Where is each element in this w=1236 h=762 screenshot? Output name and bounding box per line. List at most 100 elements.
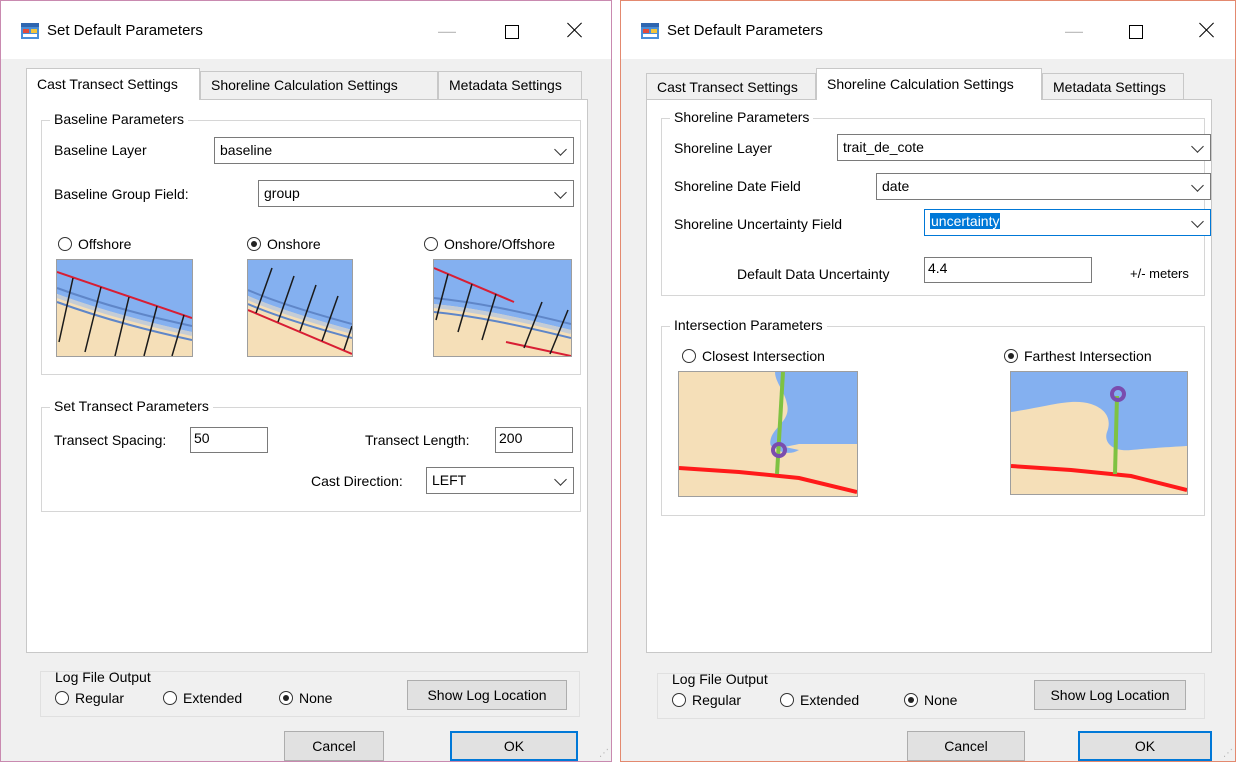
radio-closest-intersection[interactable]: Closest Intersection bbox=[682, 346, 825, 366]
transect-spacing-label: Transect Spacing: bbox=[54, 432, 167, 448]
cancel-button[interactable]: Cancel bbox=[907, 731, 1025, 761]
chevron-down-icon bbox=[554, 473, 567, 486]
radio-button[interactable] bbox=[163, 691, 177, 705]
radio-log-extended[interactable]: Extended bbox=[163, 688, 242, 708]
onshore-offshore-diagram bbox=[433, 259, 572, 357]
default-data-uncertainty-input[interactable]: 4.4 bbox=[924, 257, 1092, 283]
radio-button[interactable] bbox=[424, 237, 438, 251]
units-label: +/- meters bbox=[1130, 266, 1189, 281]
tab-panel: Baseline Parameters Baseline Layer basel… bbox=[26, 99, 588, 653]
shoreline-uncertainty-field-label: Shoreline Uncertainty Field bbox=[674, 216, 843, 232]
shoreline-date-field-select[interactable]: date bbox=[876, 173, 1211, 200]
radio-label: Offshore bbox=[78, 236, 132, 252]
selected-value: baseline bbox=[220, 142, 273, 158]
default-data-uncertainty-label: Default Data Uncertainty bbox=[737, 266, 890, 282]
tab-cast-transect[interactable]: Cast Transect Settings bbox=[646, 73, 816, 101]
selected-value: LEFT bbox=[432, 472, 467, 488]
radio-onshore[interactable]: Onshore bbox=[247, 234, 321, 254]
radio-button[interactable] bbox=[780, 693, 794, 707]
radio-label: Regular bbox=[75, 690, 125, 706]
title-bar[interactable]: Set Default Parameters — bbox=[621, 1, 1235, 59]
baseline-group-field-label: Baseline Group Field: bbox=[54, 186, 189, 202]
radio-label: Closest Intersection bbox=[702, 348, 825, 364]
title-bar[interactable]: Set Default Parameters — bbox=[1, 1, 611, 59]
ok-button[interactable]: OK bbox=[450, 731, 578, 761]
chevron-down-icon bbox=[1191, 179, 1204, 192]
log-file-output-group: Log File Output Regular Extended None Sh… bbox=[657, 671, 1205, 719]
chevron-down-icon bbox=[554, 186, 567, 199]
radio-label: Extended bbox=[183, 690, 243, 706]
show-log-location-button[interactable]: Show Log Location bbox=[1034, 680, 1186, 710]
radio-offshore[interactable]: Offshore bbox=[58, 234, 131, 254]
tab-metadata[interactable]: Metadata Settings bbox=[438, 71, 582, 99]
shoreline-uncertainty-field-select[interactable]: uncertainty bbox=[924, 209, 1211, 236]
group-title: Baseline Parameters bbox=[50, 111, 188, 127]
radio-button[interactable] bbox=[279, 691, 293, 705]
radio-button[interactable] bbox=[58, 237, 72, 251]
radio-log-regular[interactable]: Regular bbox=[672, 690, 741, 710]
baseline-group-field-select[interactable]: group bbox=[258, 180, 574, 207]
radio-label: Regular bbox=[692, 692, 742, 708]
tab-panel: Shoreline Parameters Shoreline Layer tra… bbox=[646, 99, 1212, 653]
closest-intersection-diagram bbox=[678, 371, 858, 497]
dialog-cast-transect: Set Default Parameters — Cast Transect S… bbox=[0, 0, 612, 762]
shoreline-layer-label: Shoreline Layer bbox=[674, 140, 773, 156]
group-title: Set Transect Parameters bbox=[50, 398, 213, 414]
radio-button[interactable] bbox=[55, 691, 69, 705]
minimize-icon[interactable]: — bbox=[437, 21, 457, 41]
intersection-parameters-group: Intersection Parameters Closest Intersec… bbox=[661, 317, 1205, 516]
radio-onshore-offshore[interactable]: Onshore/Offshore bbox=[424, 234, 555, 254]
tab-cast-transect[interactable]: Cast Transect Settings bbox=[26, 68, 200, 100]
maximize-icon[interactable] bbox=[502, 22, 520, 40]
chevron-down-icon bbox=[554, 143, 567, 156]
maximize-icon[interactable] bbox=[1126, 22, 1144, 40]
group-title: Log File Output bbox=[55, 669, 151, 685]
resize-grip-icon[interactable]: ⋰ bbox=[599, 749, 609, 759]
baseline-layer-label: Baseline Layer bbox=[54, 142, 147, 158]
radio-label: None bbox=[299, 690, 333, 706]
radio-log-regular[interactable]: Regular bbox=[55, 688, 124, 708]
radio-button[interactable] bbox=[672, 693, 686, 707]
resize-grip-icon[interactable]: ⋰ bbox=[1223, 749, 1233, 759]
minimize-icon[interactable]: — bbox=[1064, 21, 1084, 41]
ok-button[interactable]: OK bbox=[1078, 731, 1212, 761]
radio-log-none[interactable]: None bbox=[904, 690, 957, 710]
farthest-intersection-diagram bbox=[1010, 371, 1188, 495]
show-log-location-button[interactable]: Show Log Location bbox=[407, 680, 567, 710]
group-title: Intersection Parameters bbox=[670, 317, 827, 333]
shoreline-layer-select[interactable]: trait_de_cote bbox=[837, 134, 1211, 161]
tab-shoreline-calculation[interactable]: Shoreline Calculation Settings bbox=[816, 68, 1042, 100]
transect-length-label: Transect Length: bbox=[365, 432, 470, 448]
group-title: Shoreline Parameters bbox=[670, 109, 814, 125]
radio-button[interactable] bbox=[682, 349, 696, 363]
baseline-layer-select[interactable]: baseline bbox=[214, 137, 574, 164]
tab-metadata[interactable]: Metadata Settings bbox=[1042, 73, 1184, 101]
chevron-down-icon bbox=[1191, 140, 1204, 153]
group-title: Log File Output bbox=[672, 671, 768, 687]
dialog-shoreline-calculation: Set Default Parameters — Cast Transect S… bbox=[620, 0, 1236, 762]
radio-farthest-intersection[interactable]: Farthest Intersection bbox=[1004, 346, 1152, 366]
radio-label: Farthest Intersection bbox=[1024, 348, 1152, 364]
transect-spacing-input[interactable]: 50 bbox=[190, 427, 268, 453]
tab-shoreline-calculation[interactable]: Shoreline Calculation Settings bbox=[200, 71, 438, 99]
offshore-diagram bbox=[56, 259, 193, 357]
transect-parameters-group: Set Transect Parameters Transect Spacing… bbox=[41, 398, 581, 512]
close-icon[interactable] bbox=[1196, 19, 1218, 41]
shoreline-parameters-group: Shoreline Parameters Shoreline Layer tra… bbox=[661, 109, 1211, 296]
radio-label: Onshore/Offshore bbox=[444, 236, 556, 252]
selected-value: trait_de_cote bbox=[843, 139, 924, 155]
shoreline-date-field-label: Shoreline Date Field bbox=[674, 178, 801, 194]
window-title: Set Default Parameters bbox=[667, 22, 823, 39]
selected-value: group bbox=[264, 185, 300, 201]
cancel-button[interactable]: Cancel bbox=[284, 731, 384, 761]
radio-log-extended[interactable]: Extended bbox=[780, 690, 859, 710]
radio-button[interactable] bbox=[904, 693, 918, 707]
cast-direction-label: Cast Direction: bbox=[311, 473, 403, 489]
radio-log-none[interactable]: None bbox=[279, 688, 332, 708]
cast-direction-select[interactable]: LEFT bbox=[426, 467, 574, 494]
radio-button[interactable] bbox=[1004, 349, 1018, 363]
window-title: Set Default Parameters bbox=[47, 22, 203, 39]
transect-length-input[interactable]: 200 bbox=[495, 427, 573, 453]
close-icon[interactable] bbox=[564, 19, 586, 41]
radio-button[interactable] bbox=[247, 237, 261, 251]
